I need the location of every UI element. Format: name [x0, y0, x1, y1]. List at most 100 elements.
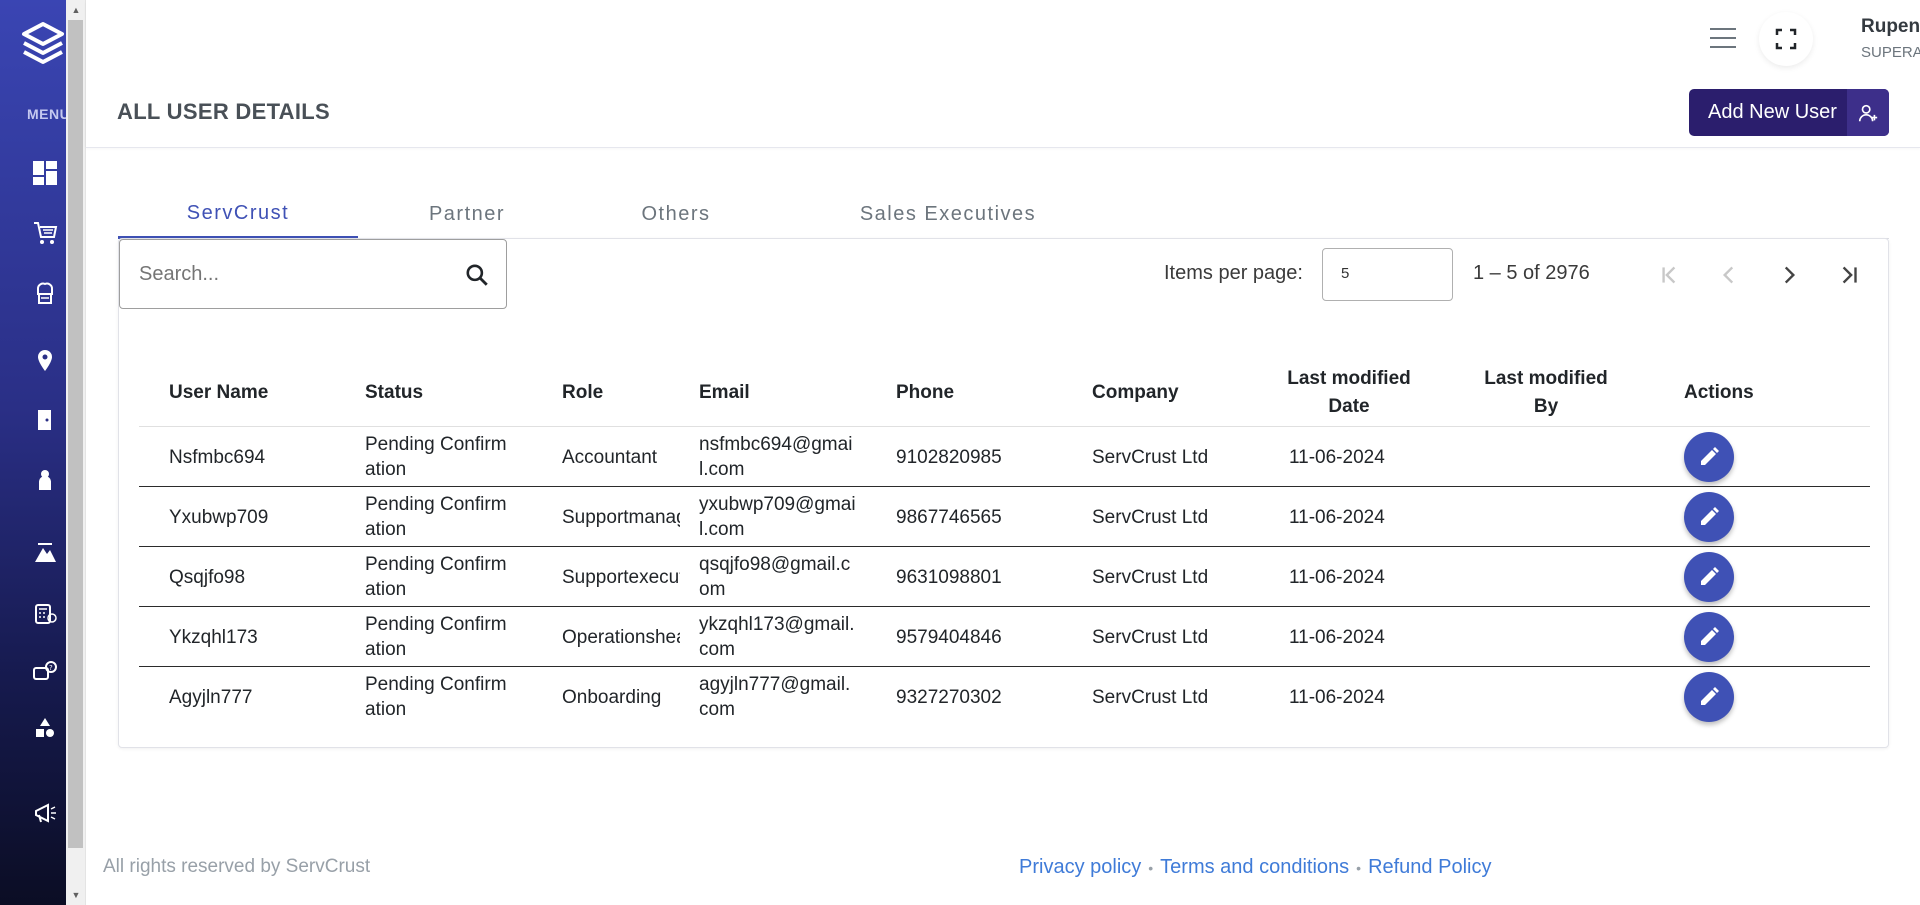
cell-role: Supportexecutive	[562, 566, 680, 588]
cell-email: nsfmbc694@gmail.com	[699, 434, 853, 480]
shapes-icon[interactable]	[30, 713, 60, 743]
user-name[interactable]: Rupendhra	[1861, 16, 1920, 38]
cell-last-modified-date: 11-06-2024	[1289, 446, 1385, 468]
cell-phone: 9631098801	[896, 566, 1002, 588]
col-actions: Actions	[1684, 382, 1754, 403]
pencil-icon	[1701, 687, 1719, 705]
cell-last-modified-date: 11-06-2024	[1289, 686, 1385, 708]
cell-user-name: Ykzqhl173	[169, 626, 258, 648]
chef-icon[interactable]	[30, 278, 60, 308]
search-input[interactable]	[139, 262, 439, 286]
terms-link[interactable]: Terms and conditions	[1160, 856, 1349, 879]
location-icon[interactable]	[30, 346, 60, 376]
cell-phone: 9327270302	[896, 686, 1002, 708]
tab-others[interactable]: Others	[576, 190, 776, 238]
cart-icon[interactable]	[30, 218, 60, 248]
sidebar: MENU ?	[0, 0, 70, 905]
servcrust-logo[interactable]	[20, 20, 66, 66]
cell-phone: 9579404846	[896, 626, 1002, 648]
edit-button[interactable]	[1684, 672, 1734, 722]
fullscreen-icon	[1775, 28, 1797, 50]
last-page-button[interactable]	[1829, 255, 1869, 295]
fullscreen-button[interactable]	[1759, 12, 1813, 66]
edit-button[interactable]	[1684, 492, 1734, 542]
col-phone[interactable]: Phone	[896, 359, 954, 427]
edit-button[interactable]	[1684, 552, 1734, 602]
add-new-user-button[interactable]: Add New User	[1689, 89, 1889, 136]
first-page-icon	[1662, 266, 1676, 284]
privacy-policy-link[interactable]: Privacy policy	[1019, 856, 1141, 879]
items-per-page-label: Items per page:	[1164, 262, 1303, 284]
footer-links: Privacy policy • Terms and conditions • …	[1019, 856, 1491, 879]
cell-email: ykzqhl173@gmail.com	[699, 614, 855, 660]
cell-role: Supportmanager	[562, 506, 680, 528]
search-icon[interactable]	[464, 262, 490, 288]
cell-role: Operationshead	[562, 626, 680, 648]
cell-status: Pending Confirmation	[365, 674, 507, 720]
cell-phone: 9102820985	[896, 446, 1002, 468]
cell-last-modified-date: 11-06-2024	[1289, 506, 1385, 528]
person-icon[interactable]	[30, 465, 60, 495]
scrollbar-thumb[interactable]	[68, 20, 83, 848]
page-title: ALL USER DETAILS	[117, 99, 330, 124]
cell-status: Pending Confirmation	[365, 434, 507, 480]
cell-email: yxubwp709@gmail.com	[699, 494, 856, 540]
items-per-page-select[interactable]: 5	[1322, 248, 1453, 301]
cell-company: ServCrust Ltd	[1092, 446, 1209, 468]
cell-role: Accountant	[562, 446, 658, 468]
dashboard-icon[interactable]	[30, 158, 60, 188]
refund-policy-link[interactable]: Refund Policy	[1368, 856, 1491, 879]
cell-status: Pending Confirmation	[365, 554, 507, 600]
table-row[interactable]: Ykzqhl173 Pending Confirmation Operation…	[139, 607, 1870, 667]
col-last-modified-date[interactable]: Last modified Date	[1279, 359, 1419, 427]
cell-company: ServCrust Ltd	[1092, 626, 1209, 648]
cell-email: qsqjfo98@gmail.com	[699, 554, 851, 600]
last-page-icon	[1842, 266, 1857, 284]
users-card: Items per page: 5 1 – 5 of 2976 User Nam…	[118, 238, 1889, 748]
scroll-up-icon[interactable]: ▲	[70, 4, 82, 16]
col-company[interactable]: Company	[1092, 359, 1179, 427]
users-table: User Name Status Role Email Phone Compan…	[139, 359, 1870, 727]
col-last-modified-by[interactable]: Last modified By	[1476, 359, 1616, 427]
first-page-button[interactable]	[1649, 255, 1689, 295]
search-box	[119, 239, 507, 309]
copyright-text: All rights reserved by ServCrust	[103, 856, 371, 877]
cell-company: ServCrust Ltd	[1092, 686, 1209, 708]
col-email[interactable]: Email	[699, 359, 750, 427]
megaphone-icon[interactable]	[30, 798, 60, 828]
col-status[interactable]: Status	[365, 359, 423, 427]
pagination-range: 1 – 5 of 2976	[1473, 262, 1590, 284]
col-user-name[interactable]: User Name	[169, 359, 268, 427]
lifting-icon[interactable]	[30, 538, 60, 568]
user-role: SUPERADMIN	[1861, 44, 1920, 61]
tab-servcrust[interactable]: ServCrust	[118, 190, 358, 239]
chevron-right-icon	[1784, 266, 1796, 284]
col-role[interactable]: Role	[562, 359, 603, 427]
table-row[interactable]: Nsfmbc694 Pending Confirmation Accountan…	[139, 427, 1870, 487]
cell-company: ServCrust Ltd	[1092, 566, 1209, 588]
cell-user-name: Yxubwp709	[169, 506, 269, 528]
cell-phone: 9867746565	[896, 506, 1002, 528]
edit-button[interactable]	[1684, 612, 1734, 662]
next-page-button[interactable]	[1769, 255, 1809, 295]
scroll-down-icon[interactable]: ▼	[70, 889, 82, 901]
cell-company: ServCrust Ltd	[1092, 506, 1209, 528]
calculator-icon[interactable]	[30, 598, 60, 628]
door-icon[interactable]	[30, 405, 60, 435]
table-row[interactable]: Yxubwp709 Pending Confirmation Supportma…	[139, 487, 1870, 547]
cell-user-name: Agyjln777	[169, 686, 253, 708]
tab-partner[interactable]: Partner	[358, 190, 576, 238]
hamburger-menu-icon[interactable]	[1710, 28, 1736, 48]
edit-button[interactable]	[1684, 432, 1734, 482]
cell-user-name: Nsfmbc694	[169, 446, 266, 468]
pencil-icon	[1701, 567, 1719, 585]
cell-last-modified-date: 11-06-2024	[1289, 626, 1385, 648]
cell-last-modified-date: 11-06-2024	[1289, 566, 1385, 588]
support-chat-icon[interactable]: ?	[30, 658, 60, 688]
previous-page-button[interactable]	[1709, 255, 1749, 295]
header: Rupendhra SUPERADMIN	[86, 0, 1920, 148]
add-user-icon	[1847, 89, 1889, 136]
table-row[interactable]: Qsqjfo98 Pending Confirmation Supportexe…	[139, 547, 1870, 607]
table-row[interactable]: Agyjln777 Pending Confirmation Onboardin…	[139, 667, 1870, 727]
tab-sales-executives[interactable]: Sales Executives	[818, 190, 1078, 238]
